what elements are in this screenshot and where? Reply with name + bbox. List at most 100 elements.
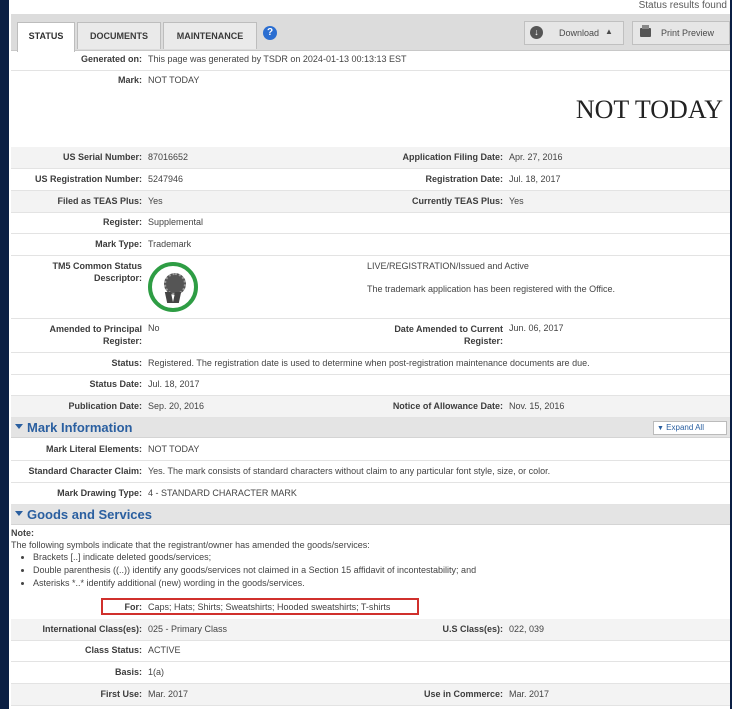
row-register: Register: Supplemental bbox=[11, 213, 730, 234]
mark-value: NOT TODAY bbox=[148, 75, 200, 85]
basis-label: Basis: bbox=[114, 667, 142, 677]
drawing-type-label: Mark Drawing Type: bbox=[57, 488, 142, 498]
registration-number-value: 5247946 bbox=[148, 174, 184, 184]
printer-icon bbox=[640, 25, 651, 37]
note-label: Note: bbox=[11, 528, 34, 538]
drawing-type-value: 4 - STANDARD CHARACTER MARK bbox=[148, 488, 297, 498]
status-date-value: Jul. 18, 2017 bbox=[148, 379, 200, 389]
highlight-box bbox=[101, 598, 419, 615]
tm5-label: TM5 Common Status Descriptor: bbox=[52, 261, 142, 283]
goods-services-title: Goods and Services bbox=[27, 507, 152, 522]
literal-elements-value: NOT TODAY bbox=[148, 444, 200, 454]
mark-type-value: Trademark bbox=[148, 239, 192, 249]
mark-type-label: Mark Type: bbox=[95, 239, 142, 249]
left-window-edge bbox=[0, 0, 9, 709]
expand-all-label: Expand All bbox=[666, 423, 704, 432]
tm5-status-text: LIVE/REGISTRATION/Issued and Active bbox=[367, 261, 529, 271]
current-teas-label: Currently TEAS Plus: bbox=[411, 196, 503, 206]
serial-label: US Serial Number: bbox=[62, 152, 142, 162]
date-amended-label: Date Amended to Current Register: bbox=[394, 324, 503, 346]
expand-all-button[interactable]: ▼ Expand All bbox=[653, 421, 727, 435]
amended-value: No bbox=[148, 323, 160, 333]
tab-maintenance[interactable]: MAINTENANCE bbox=[163, 22, 257, 49]
row-drawing-type: Mark Drawing Type: 4 - STANDARD CHARACTE… bbox=[11, 483, 730, 505]
literal-elements-label: Mark Literal Elements: bbox=[45, 444, 142, 454]
registration-date-label: Registration Date: bbox=[425, 174, 503, 184]
note-intro: The following symbols indicate that the … bbox=[11, 540, 370, 550]
row-basis: Basis: 1(a) bbox=[11, 662, 730, 684]
registration-date-value: Jul. 18, 2017 bbox=[509, 174, 561, 184]
mark-label: Mark: bbox=[117, 75, 142, 85]
us-class-value: 022, 039 bbox=[509, 624, 545, 634]
row-publication: Publication Date: Sep. 20, 2016 Notice o… bbox=[11, 396, 730, 418]
note-item: Asterisks *..* identify additional (new)… bbox=[33, 577, 476, 590]
teas-plus-label: Filed as TEAS Plus: bbox=[57, 196, 142, 206]
download-button[interactable]: ↓ Download ▲ bbox=[524, 21, 624, 45]
standard-character-label: Standard Character Claim: bbox=[28, 466, 142, 476]
filing-date-value: Apr. 27, 2016 bbox=[509, 152, 563, 162]
row-class-status: Class Status: ACTIVE bbox=[11, 641, 730, 662]
generated-value: This page was generated by TSDR on 2024-… bbox=[148, 54, 407, 64]
date-amended-value: Jun. 06, 2017 bbox=[509, 323, 564, 333]
registration-number-label: US Registration Number: bbox=[34, 174, 142, 184]
print-preview-button[interactable]: Print Preview bbox=[632, 21, 730, 45]
international-class-value: 025 - Primary Class bbox=[148, 624, 228, 634]
collapse-caret-icon bbox=[15, 424, 23, 429]
class-status-label: Class Status: bbox=[84, 645, 142, 655]
register-value: Supplemental bbox=[148, 217, 204, 227]
first-use-value: Mar. 2017 bbox=[148, 689, 189, 699]
collapse-caret-icon bbox=[15, 511, 23, 516]
status-label: Status: bbox=[111, 358, 142, 368]
current-teas-value: Yes bbox=[509, 196, 524, 206]
tab-status[interactable]: STATUS bbox=[17, 22, 75, 52]
filing-date-label: Application Filing Date: bbox=[402, 152, 504, 162]
help-icon[interactable]: ? bbox=[263, 26, 277, 40]
standard-character-value: Yes. The mark consists of standard chara… bbox=[148, 466, 551, 476]
international-class-label: International Class(es): bbox=[42, 624, 142, 634]
goods-note: Note: The following symbols indicate tha… bbox=[11, 528, 476, 590]
note-item: Brackets [..] indicate deleted goods/ser… bbox=[33, 551, 476, 564]
mark-image-text: NOT TODAY bbox=[575, 95, 723, 124]
row-registration-number: US Registration Number: 5247946 Registra… bbox=[11, 169, 730, 191]
tab-documents[interactable]: DOCUMENTS bbox=[77, 22, 161, 49]
caret-up-icon: ▲ bbox=[605, 27, 613, 36]
class-status-value: ACTIVE bbox=[148, 645, 181, 655]
tab-bar: STATUS DOCUMENTS MAINTENANCE ? ↓ Downloa… bbox=[11, 14, 730, 52]
use-in-commerce-label: Use in Commerce: bbox=[423, 689, 503, 699]
first-use-label: First Use: bbox=[100, 689, 142, 699]
us-class-label: U.S Class(es): bbox=[442, 624, 503, 634]
row-first-use: First Use: Mar. 2017 Use in Commerce: Ma… bbox=[11, 684, 730, 706]
publication-date-label: Publication Date: bbox=[68, 401, 142, 411]
download-label: Download bbox=[559, 28, 600, 38]
row-classes: International Class(es): 025 - Primary C… bbox=[11, 619, 730, 641]
serial-value: 87016652 bbox=[148, 152, 189, 162]
mark-information-title: Mark Information bbox=[27, 420, 133, 435]
row-literal-elements: Mark Literal Elements: NOT TODAY bbox=[11, 440, 730, 461]
row-standard-character: Standard Character Claim: Yes. The mark … bbox=[11, 461, 730, 483]
row-generated: Generated on: This page was generated by… bbox=[11, 50, 730, 71]
allowance-date-label: Notice of Allowance Date: bbox=[392, 401, 503, 411]
basis-value: 1(a) bbox=[148, 667, 165, 677]
row-status-date: Status Date: Jul. 18, 2017 bbox=[11, 375, 730, 396]
note-item: Double parenthesis ((..)) identify any g… bbox=[33, 564, 476, 577]
registered-seal-icon bbox=[148, 262, 198, 312]
goods-services-header[interactable]: Goods and Services bbox=[11, 505, 730, 525]
publication-date-value: Sep. 20, 2016 bbox=[148, 401, 205, 411]
generated-label: Generated on: bbox=[80, 54, 142, 64]
row-teas: Filed as TEAS Plus: Yes Currently TEAS P… bbox=[11, 191, 730, 213]
row-status: Status: Registered. The registration dat… bbox=[11, 353, 730, 375]
status-date-label: Status Date: bbox=[89, 379, 142, 389]
print-preview-label: Print Preview bbox=[661, 28, 715, 38]
download-icon: ↓ bbox=[530, 26, 543, 39]
mark-information-header[interactable]: Mark Information ▼ Expand All bbox=[11, 418, 730, 438]
row-serial: US Serial Number: 87016652 Application F… bbox=[11, 147, 730, 169]
caret-down-icon: ▼ bbox=[657, 425, 664, 432]
allowance-date-value: Nov. 15, 2016 bbox=[509, 401, 565, 411]
row-tm5-status: TM5 Common Status Descriptor: LIVE/REGIS… bbox=[11, 256, 730, 319]
row-mark-type: Mark Type: Trademark bbox=[11, 234, 730, 256]
row-amended: Amended to Principal Register: No Date A… bbox=[11, 319, 730, 353]
use-in-commerce-value: Mar. 2017 bbox=[509, 689, 550, 699]
note-list: Brackets [..] indicate deleted goods/ser… bbox=[11, 551, 476, 590]
teas-plus-value: Yes bbox=[148, 196, 163, 206]
results-status-text: Status results found bbox=[638, 0, 727, 11]
